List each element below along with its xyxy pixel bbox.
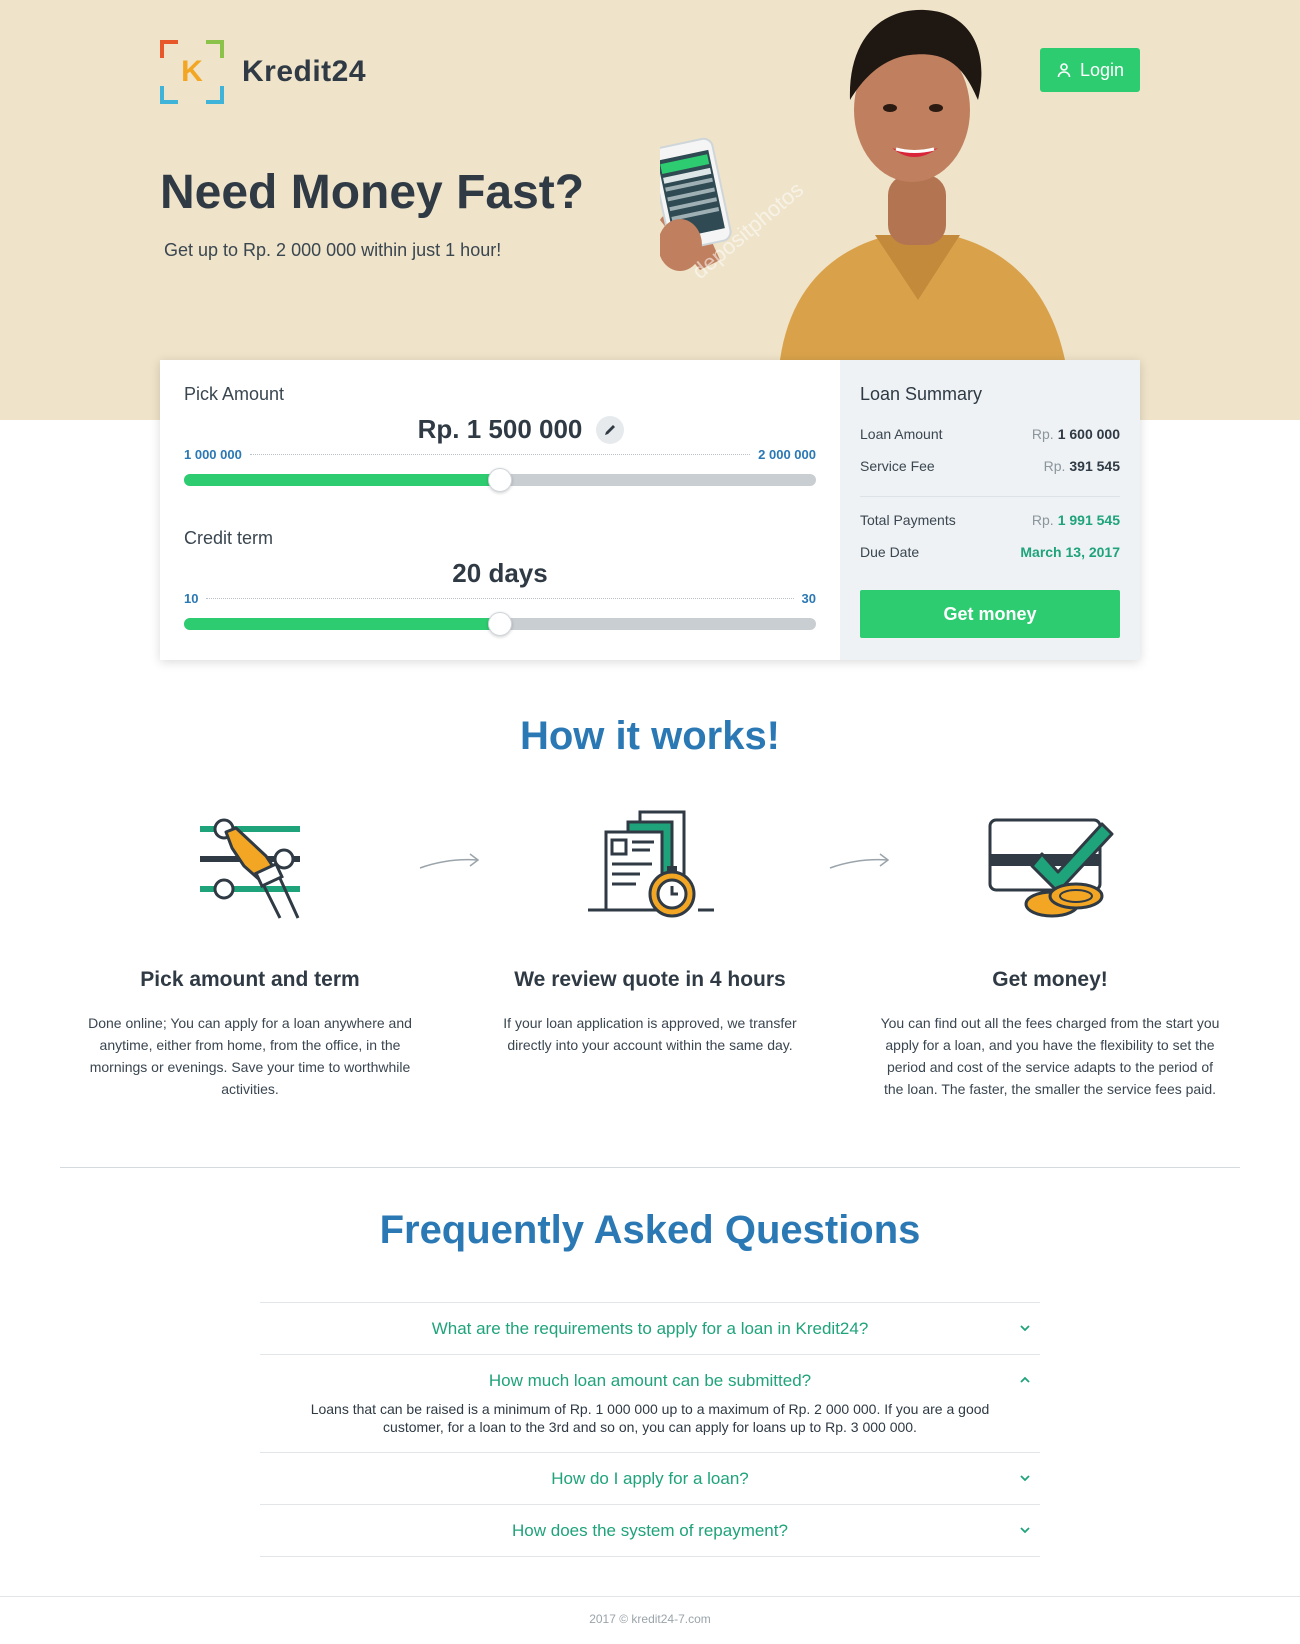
total-label: Total Payments — [860, 512, 956, 528]
chevron-down-icon — [1020, 1325, 1030, 1332]
amount-label: Pick Amount — [184, 384, 285, 404]
summary-service-fee-row: Service Fee Rp. 391 545 — [860, 458, 1120, 474]
amount-slider[interactable] — [184, 468, 816, 492]
summary-title: Loan Summary — [860, 384, 983, 404]
arrow-right-icon — [419, 853, 480, 869]
logo-mark-icon: K — [160, 40, 224, 104]
brand-name: Kredit24 — [242, 55, 367, 88]
amount-max: 2 000 000 — [758, 446, 816, 462]
faq-question[interactable]: How much loan amount can be submitted? — [260, 1355, 1040, 1406]
chevron-down-icon — [1020, 1527, 1030, 1534]
currency: Rp. — [1031, 512, 1054, 528]
amount-slider-fill — [184, 474, 500, 486]
faq-item-open: How much loan amount can be submitted? L… — [260, 1355, 1040, 1453]
term-label: Credit term — [184, 528, 274, 548]
document-stopwatch-icon — [588, 810, 714, 918]
step-title: Get money! — [992, 968, 1108, 991]
faq-question-text: How do I apply for a loan? — [551, 1468, 749, 1488]
faq-item: What are the requirements to apply for a… — [260, 1302, 1040, 1355]
footer-divider — [0, 1596, 1300, 1597]
loan-calculator-card: Pick Amount Rp. 1 500 000 1 000 000 2 00… — [160, 360, 1140, 660]
summary-loan-amount-row: Loan Amount Rp. 1 600 000 — [860, 426, 1120, 442]
slider-hand-icon — [200, 818, 300, 919]
step-title: Pick amount and term — [140, 968, 360, 991]
faq-question-text: How does the system of repayment? — [512, 1520, 788, 1540]
step-title: We review quote in 4 hours — [514, 968, 786, 991]
get-money-button[interactable]: Get money — [860, 590, 1120, 638]
card-coins-icon — [988, 818, 1114, 918]
faq-title: Frequently Asked Questions — [379, 1208, 921, 1252]
step-text: You can find out all the fees charged fr… — [880, 1015, 1220, 1097]
faq-question-text: How much loan amount can be submitted? — [488, 1370, 812, 1390]
faq-item: How does the system of repayment? — [260, 1505, 1040, 1557]
step-text: Done online; You can apply for a loan an… — [88, 1015, 412, 1097]
hero-woman-with-phone-image: depositphotos — [660, 9, 1065, 360]
hero-subtitle: Get up to Rp. 2 000 000 within just 1 ho… — [164, 240, 502, 260]
term-slider[interactable] — [184, 612, 816, 636]
term-min: 10 — [184, 590, 199, 606]
calculator-inputs: Pick Amount Rp. 1 500 000 1 000 000 2 00… — [160, 360, 840, 660]
hero-section: K Kredit24 Login Need Money Fast? Get up… — [0, 0, 1300, 420]
service-fee-label: Service Fee — [860, 458, 935, 474]
chevron-down-icon — [1020, 1475, 1030, 1482]
brand-logo[interactable]: K Kredit24 — [160, 40, 366, 104]
footer-copyright: 2017 © kredit24-7.com — [589, 1612, 711, 1626]
summary-due-row: Due Date March 13, 2017 — [860, 544, 1120, 560]
login-label: Login — [1079, 59, 1125, 80]
step-text: If your loan application is approved, we… — [503, 1015, 797, 1053]
amount-min: 1 000 000 — [184, 446, 242, 462]
how-it-works-title: How it works! — [519, 714, 781, 758]
currency: Rp. — [1031, 426, 1054, 442]
arrow-right-icon — [829, 853, 890, 869]
logo-letter: K — [181, 55, 203, 88]
section-divider — [60, 1167, 1240, 1168]
term-slider-thumb[interactable] — [488, 612, 512, 636]
pencil-icon — [605, 425, 615, 435]
summary-divider — [860, 496, 1120, 497]
faq-question[interactable]: How does the system of repayment? — [260, 1505, 1040, 1556]
loan-amount-label: Loan Amount — [860, 426, 943, 442]
due-label: Due Date — [860, 544, 920, 560]
faq-question[interactable]: How do I apply for a loan? — [260, 1453, 1040, 1504]
loan-amount-value: 1 600 000 — [1057, 426, 1120, 442]
total-value: 1 991 545 — [1057, 512, 1120, 528]
service-fee-value: 391 545 — [1069, 458, 1120, 474]
term-slider-fill — [184, 618, 500, 630]
summary-total-row: Total Payments Rp. 1 991 545 — [860, 512, 1120, 528]
due-value: March 13, 2017 — [1020, 544, 1120, 560]
amount-range-labels: 1 000 000 2 000 000 — [184, 446, 816, 462]
faq-question[interactable]: What are the requirements to apply for a… — [260, 1303, 1040, 1354]
term-max: 30 — [801, 590, 816, 606]
amount-slider-thumb[interactable] — [488, 468, 512, 492]
faq-item: How do I apply for a loan? — [260, 1453, 1040, 1505]
loan-summary-panel: Loan Summary Loan Amount Rp. 1 600 000 Se… — [840, 360, 1140, 660]
term-value: 20 days — [452, 558, 548, 588]
faq-question-text: What are the requirements to apply for a… — [431, 1318, 869, 1338]
edit-amount-button[interactable] — [596, 416, 624, 444]
hero-title: Need Money Fast? — [160, 166, 585, 219]
chevron-up-icon — [1020, 1376, 1030, 1383]
faq-answer: Loans that can be raised is a minimum of… — [310, 1401, 990, 1435]
faq-list: What are the requirements to apply for a… — [260, 1302, 1040, 1557]
currency: Rp. — [1043, 458, 1066, 474]
term-range-labels: 10 30 — [184, 590, 816, 606]
